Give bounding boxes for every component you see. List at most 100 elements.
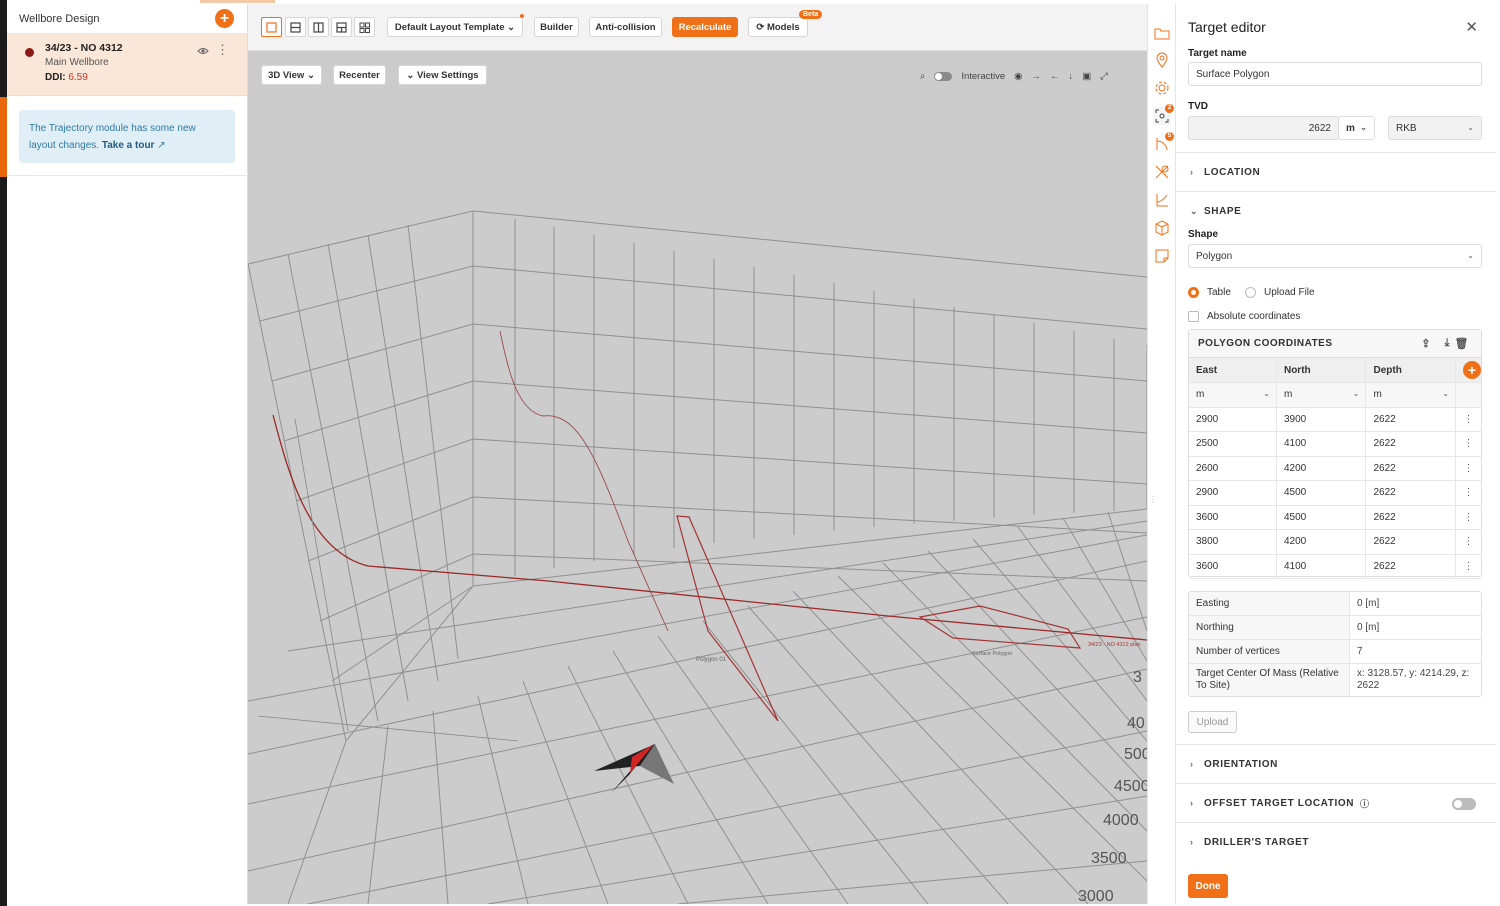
cell-east[interactable]: 2900: [1189, 407, 1277, 432]
anticollision-icon[interactable]: [1153, 163, 1171, 181]
offset-section[interactable]: › OFFSET TARGET LOCATION ⓘ: [1176, 783, 1496, 822]
offset-toggle[interactable]: [1452, 798, 1476, 810]
models-button[interactable]: ⟳ Models: [748, 17, 808, 37]
cube-icon[interactable]: [1153, 219, 1171, 237]
trajectory-icon[interactable]: 5: [1153, 132, 1174, 153]
ddi-label: DDI:: [45, 72, 66, 83]
row-menu-icon[interactable]: ⋮: [1455, 529, 1481, 555]
note-icon[interactable]: [1153, 247, 1171, 265]
cell-depth[interactable]: 2622: [1365, 456, 1456, 481]
help-icon[interactable]: ⓘ: [1360, 797, 1370, 810]
cell-depth[interactable]: 2622: [1365, 554, 1456, 579]
add-wellbore-button[interactable]: +: [215, 9, 234, 28]
unit-north-select[interactable]: m ⌄: [1276, 382, 1367, 408]
upload-file-radio[interactable]: [1245, 287, 1256, 298]
interactive-toggle[interactable]: [934, 71, 953, 81]
target-name-input[interactable]: Surface Polygon: [1188, 62, 1482, 86]
resize-handle[interactable]: ⋮: [1149, 495, 1157, 504]
table-row[interactable]: 2500 4100 2622 ⋮: [1189, 431, 1481, 457]
cell-east[interactable]: 2600: [1189, 456, 1277, 481]
recenter-button[interactable]: Recenter: [333, 65, 386, 85]
row-menu-icon[interactable]: ⋮: [1455, 407, 1481, 432]
cell-north[interactable]: 4200: [1276, 529, 1367, 555]
tvd-unit-select[interactable]: m ⌄: [1338, 116, 1375, 140]
row-menu-icon[interactable]: ⋮: [1455, 456, 1481, 481]
add-row-button[interactable]: +: [1462, 361, 1481, 379]
cell-depth[interactable]: 2622: [1365, 431, 1456, 457]
cell-depth[interactable]: 2622: [1365, 529, 1456, 555]
orientation-section[interactable]: › ORIENTATION: [1176, 744, 1496, 783]
cell-east[interactable]: 2500: [1189, 431, 1277, 457]
layout-grid-icon[interactable]: [354, 17, 375, 37]
cell-north[interactable]: 4500: [1276, 480, 1367, 506]
tvd-input[interactable]: 2622: [1188, 116, 1339, 140]
tvd-ref-select[interactable]: RKB ⌄: [1388, 116, 1482, 140]
cell-north[interactable]: 4200: [1276, 456, 1367, 481]
cell-east[interactable]: 3600: [1189, 554, 1277, 579]
search-icon[interactable]: ⌕: [920, 71, 925, 82]
cell-depth[interactable]: 2622: [1365, 407, 1456, 432]
arrow-down-icon[interactable]: ↓: [1068, 71, 1073, 82]
visibility-eye-icon[interactable]: [197, 46, 209, 58]
fullscreen-icon[interactable]: ⤢: [1100, 71, 1108, 82]
location-pin-icon[interactable]: [1153, 51, 1171, 69]
done-button[interactable]: Done: [1188, 874, 1228, 898]
trash-icon[interactable]: 🗑: [1455, 337, 1469, 350]
recalculate-button[interactable]: Recalculate: [672, 17, 738, 37]
cell-depth[interactable]: 2622: [1365, 505, 1456, 530]
survey-icon[interactable]: [1153, 191, 1171, 209]
wellbore-item[interactable]: 34/23 - NO 4312 Main Wellbore DDI: 6.59 …: [7, 34, 247, 96]
view-mode-dropdown[interactable]: 3D View ⌄: [261, 65, 322, 85]
row-menu-icon[interactable]: ⋮: [1455, 480, 1481, 506]
table-row[interactable]: 3800 4200 2622 ⋮: [1189, 529, 1481, 555]
more-options-icon[interactable]: ⋮: [216, 42, 229, 58]
cell-north[interactable]: 4100: [1276, 554, 1367, 579]
table-row[interactable]: 2900 3900 2622 ⋮: [1189, 407, 1481, 432]
layout-rows-icon[interactable]: [285, 17, 306, 37]
layout-split-icon[interactable]: [331, 17, 352, 37]
table-radio[interactable]: [1188, 287, 1199, 298]
cell-depth[interactable]: 2622: [1365, 480, 1456, 506]
camera-icon[interactable]: ▣: [1082, 71, 1091, 82]
cell-north[interactable]: 4100: [1276, 431, 1367, 457]
cell-east[interactable]: 3800: [1189, 529, 1277, 555]
anticollision-button[interactable]: Anti-collision: [589, 17, 662, 37]
take-tour-link[interactable]: Take a tour: [102, 140, 155, 151]
cell-east[interactable]: 2900: [1189, 480, 1277, 506]
driller-target-section[interactable]: › DRILLER'S TARGET: [1176, 822, 1496, 861]
upload-button[interactable]: Upload: [1188, 711, 1237, 733]
download-icon[interactable]: ⤓: [1445, 337, 1450, 350]
location-section[interactable]: › LOCATION: [1176, 152, 1496, 191]
absolute-coords-checkbox[interactable]: [1188, 311, 1199, 322]
unit-depth-select[interactable]: m ⌄: [1365, 382, 1456, 408]
view-settings-button[interactable]: ⌄ View Settings: [398, 65, 487, 85]
layout-single-icon[interactable]: [261, 17, 282, 37]
table-row[interactable]: 3600 4500 2622 ⋮: [1189, 505, 1481, 530]
gear-icon[interactable]: [1153, 79, 1171, 97]
shape-select[interactable]: Polygon ⌄: [1188, 244, 1482, 268]
arrow-right-icon[interactable]: →: [1031, 71, 1041, 82]
table-row[interactable]: 2600 4200 2622 ⋮: [1189, 456, 1481, 481]
target-icon[interactable]: 2: [1153, 104, 1174, 125]
row-menu-icon[interactable]: ⋮: [1455, 505, 1481, 530]
export-icon[interactable]: ⇪: [1421, 337, 1431, 350]
table-row[interactable]: 3600 4100 2622 ⋮: [1189, 554, 1481, 579]
unit-east-select[interactable]: m ⌄: [1189, 382, 1277, 408]
table-row[interactable]: 2900 4500 2622 ⋮: [1189, 480, 1481, 506]
row-menu-icon[interactable]: ⋮: [1455, 431, 1481, 457]
cell-east[interactable]: 3600: [1189, 505, 1277, 530]
arrow-left-icon[interactable]: ←: [1050, 71, 1060, 82]
cell-north[interactable]: 3900: [1276, 407, 1367, 432]
folder-icon[interactable]: [1153, 24, 1171, 42]
row-menu-icon[interactable]: ⋮: [1455, 554, 1481, 579]
cell-north[interactable]: 4500: [1276, 505, 1367, 530]
eye-icon[interactable]: ◉: [1014, 71, 1022, 82]
close-icon[interactable]: ✕: [1465, 18, 1478, 36]
layout-columns-icon[interactable]: [308, 17, 329, 37]
layout-template-dropdown[interactable]: Default Layout Template ⌄: [387, 17, 523, 37]
shape-section[interactable]: ⌄ SHAPE: [1176, 191, 1496, 230]
unit-depth: m: [1373, 389, 1382, 401]
window-edge: [0, 0, 7, 906]
3d-scene[interactable]: Polygon 01 Surface Polygon 34/23 - NO 43…: [248, 51, 1147, 904]
builder-button[interactable]: Builder: [534, 17, 579, 37]
